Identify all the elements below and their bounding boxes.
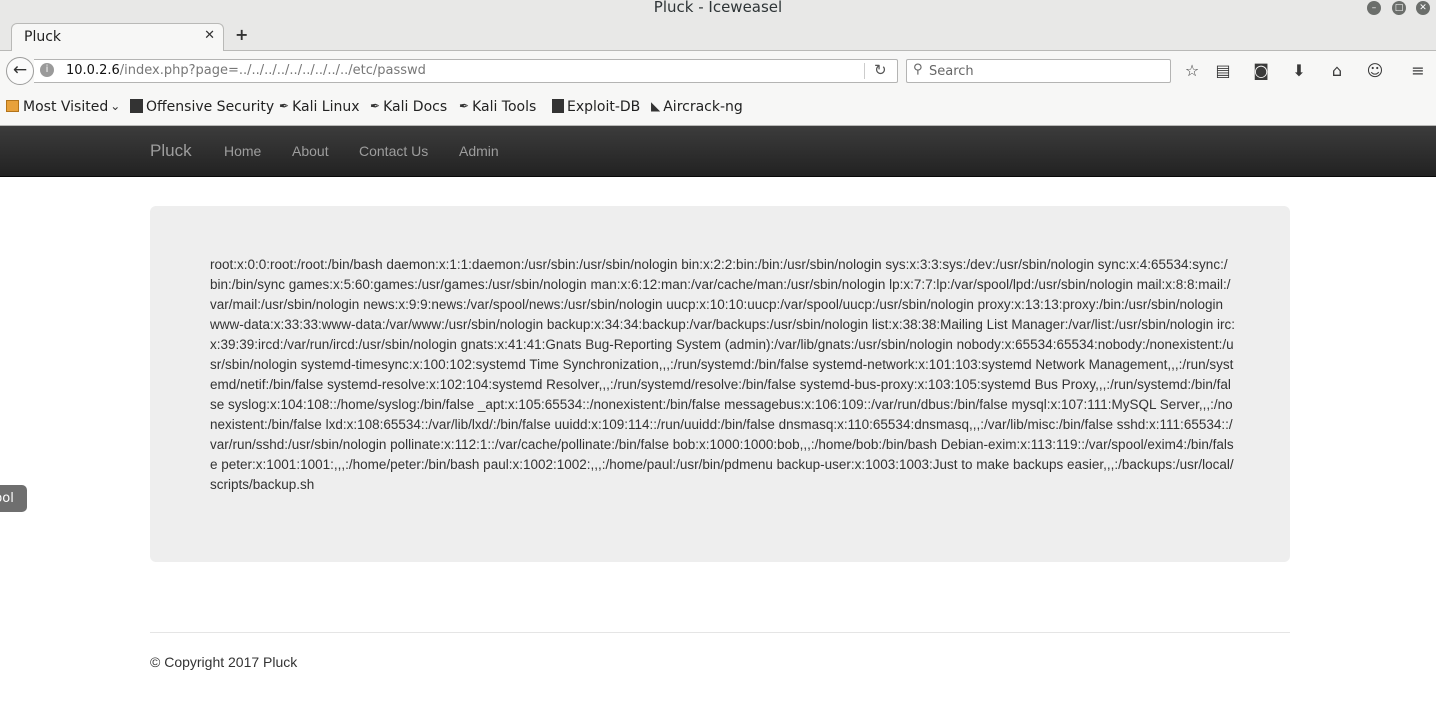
- site-info-icon[interactable]: i: [40, 63, 54, 77]
- footer-copyright: © Copyright 2017 Pluck: [150, 654, 298, 670]
- bookmark-label: Offensive Security: [146, 99, 275, 115]
- url-text[interactable]: 10.0.2.6/index.php?page=../../../../../.…: [66, 63, 426, 78]
- chevron-down-icon: ⌄: [110, 99, 121, 113]
- site-navbar: Pluck Home About Contact Us Admin: [0, 126, 1436, 177]
- close-icon[interactable]: ✕: [1416, 1, 1430, 15]
- pocket-icon[interactable]: ◙: [1250, 60, 1272, 82]
- menu-icon[interactable]: ≡: [1407, 60, 1429, 82]
- reload-icon[interactable]: ↻: [874, 61, 887, 79]
- url-bar[interactable]: i 10.0.2.6/index.php?page=../../../../..…: [34, 59, 898, 83]
- bookmark-star-icon[interactable]: ☆: [1181, 60, 1203, 82]
- maximize-icon[interactable]: □: [1392, 1, 1406, 15]
- url-path: /index.php?page=../../../../../../../../…: [119, 63, 426, 78]
- download-icon[interactable]: ⬇: [1288, 60, 1310, 82]
- kali-dragon-icon: ✒: [279, 99, 290, 113]
- bookmark-most-visited[interactable]: Most Visited ⌄: [6, 99, 123, 115]
- url-host: 10.0.2.6: [66, 63, 120, 78]
- footer-divider: [150, 632, 1290, 633]
- back-icon[interactable]: ←: [6, 57, 34, 85]
- window-title: Pluck - Iceweasel: [653, 0, 783, 16]
- bookmark-aircrack-ng[interactable]: ◣ Aircrack-ng: [651, 99, 743, 115]
- kali-dragon-icon: ✒: [459, 99, 470, 113]
- bookmark-label: Kali Linux: [292, 99, 360, 115]
- bookmark-label: Most Visited: [23, 99, 109, 115]
- tab-label: Pluck: [24, 29, 62, 45]
- bookmark-label: Kali Docs: [383, 99, 448, 115]
- window-titlebar: Pluck - Iceweasel – □ ✕: [0, 0, 1436, 18]
- bookmark-exploit-db[interactable]: Exploit-DB: [552, 99, 640, 115]
- nav-home[interactable]: Home: [224, 143, 261, 159]
- nav-contact-us[interactable]: Contact Us: [359, 143, 428, 159]
- home-icon[interactable]: ⌂: [1326, 60, 1348, 82]
- search-icon: ⚲: [913, 62, 923, 77]
- aircrack-icon: ◣: [651, 99, 661, 113]
- navigation-toolbar: i 10.0.2.6/index.php?page=../../../../..…: [0, 51, 1436, 91]
- nav-admin[interactable]: Admin: [459, 143, 499, 159]
- chat-icon[interactable]: ☺: [1364, 60, 1386, 82]
- nav-about[interactable]: About: [292, 143, 329, 159]
- tab-pluck[interactable]: Pluck ✕: [11, 23, 224, 52]
- bookmark-kali-linux[interactable]: ✒ Kali Linux: [279, 99, 360, 115]
- offensive-security-icon: [130, 99, 143, 113]
- bookmark-label: Aircrack-ng: [663, 99, 743, 115]
- bookmark-label: Exploit-DB: [567, 99, 641, 115]
- search-bar[interactable]: ⚲: [906, 59, 1171, 83]
- bookmarks-toolbar: Most Visited ⌄ Offensive Security ✒ Kali L…: [0, 91, 1436, 126]
- reading-list-icon[interactable]: ▤: [1212, 60, 1234, 82]
- side-tab[interactable]: pol: [0, 485, 27, 512]
- bookmark-kali-docs[interactable]: ✒ Kali Docs: [370, 99, 447, 115]
- bookmark-label: Kali Tools: [472, 99, 537, 115]
- exploit-db-icon: [552, 99, 564, 113]
- url-separator: [864, 63, 865, 79]
- folder-icon: [6, 100, 19, 112]
- site-brand[interactable]: Pluck: [150, 141, 192, 161]
- kali-dragon-icon: ✒: [370, 99, 381, 113]
- tab-strip: Pluck ✕ +: [0, 18, 1436, 52]
- content-panel: root:x:0:0:root:/root:/bin/bash daemon:x…: [150, 206, 1290, 562]
- bookmark-offensive-security[interactable]: Offensive Security: [130, 99, 274, 115]
- tab-close-icon[interactable]: ✕: [204, 28, 215, 43]
- search-input[interactable]: [929, 62, 1165, 80]
- bookmark-kali-tools[interactable]: ✒ Kali Tools: [459, 99, 536, 115]
- passwd-file-content: root:x:0:0:root:/root:/bin/bash daemon:x…: [210, 257, 1235, 492]
- minimize-icon[interactable]: –: [1367, 1, 1381, 15]
- new-tab-icon[interactable]: +: [235, 25, 248, 44]
